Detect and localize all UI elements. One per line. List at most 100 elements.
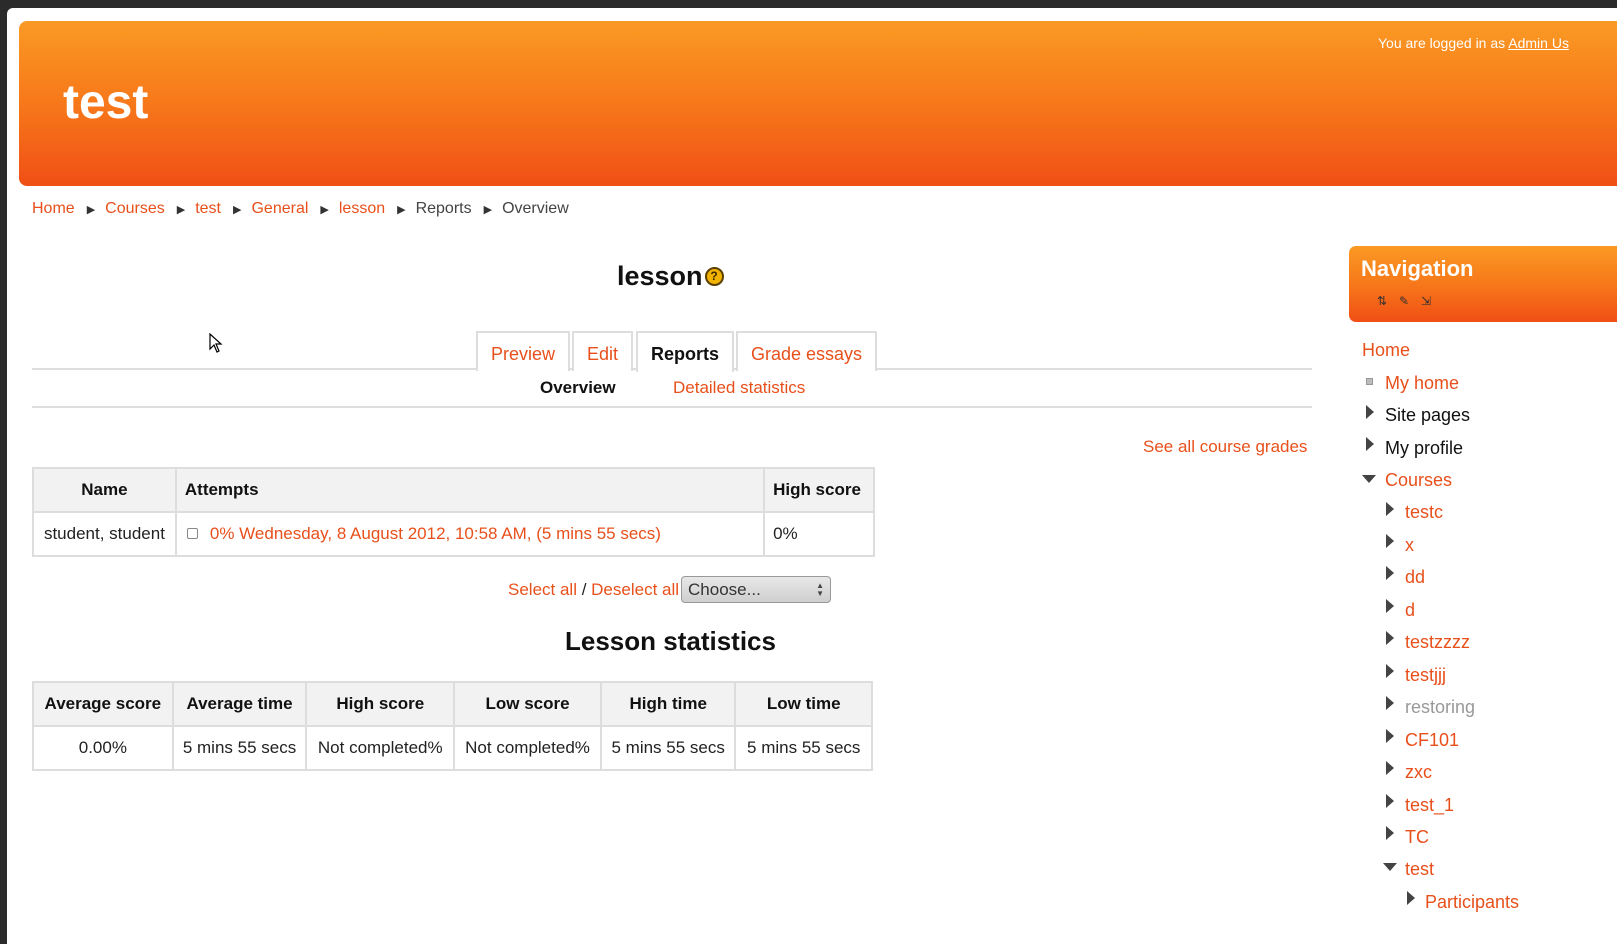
- breadcrumb-separator: ▶: [233, 204, 242, 216]
- edit-icon[interactable]: ✎: [1397, 294, 1411, 308]
- nav-course-zxc[interactable]: zxc: [1405, 762, 1432, 783]
- bullet-icon: [1366, 378, 1373, 385]
- expand-arrow-icon[interactable]: [1366, 405, 1374, 419]
- login-prefix: You are logged in as: [1378, 35, 1509, 51]
- nav-course-restoring[interactable]: restoring: [1405, 697, 1475, 718]
- navigation-title: Navigation: [1361, 256, 1474, 281]
- nav-course-d[interactable]: d: [1405, 600, 1415, 621]
- expand-arrow-icon[interactable]: [1366, 437, 1374, 451]
- subtab-overview[interactable]: Overview: [540, 378, 616, 398]
- nav-participants[interactable]: Participants: [1425, 892, 1519, 913]
- tab-edit[interactable]: Edit: [572, 331, 634, 371]
- nav-course-dd[interactable]: dd: [1405, 567, 1425, 588]
- login-user-link[interactable]: Admin Us: [1508, 35, 1569, 51]
- low-score-value: Not completed%: [453, 725, 602, 771]
- attempt-link[interactable]: 0% Wednesday, 8 August 2012, 10:58 AM, (…: [210, 524, 661, 543]
- column-header-average-time: Average time: [171, 681, 308, 727]
- expand-arrow-icon[interactable]: [1386, 826, 1394, 840]
- tab-preview[interactable]: Preview: [476, 331, 571, 371]
- deselect-all-link[interactable]: Deselect all: [591, 580, 679, 600]
- subtabs-divider: [32, 406, 1312, 408]
- column-header-high-score: High score: [763, 467, 875, 513]
- breadcrumb-home[interactable]: Home: [32, 200, 75, 217]
- page-header: test You are logged in as Admin Us: [19, 21, 1617, 186]
- attempt-checkbox[interactable]: [186, 528, 198, 540]
- breadcrumb-course[interactable]: test: [195, 200, 221, 217]
- nav-course-test-1[interactable]: test_1: [1405, 795, 1454, 816]
- expand-arrow-icon[interactable]: [1386, 502, 1394, 516]
- breadcrumb-reports: Reports: [415, 200, 472, 217]
- column-header-low-time: Low time: [734, 681, 873, 727]
- nav-course-testjjj[interactable]: testjjj: [1405, 665, 1446, 686]
- breadcrumb-separator: ▶: [176, 204, 186, 216]
- high-score-value: Not completed%: [305, 725, 456, 771]
- lesson-statistics-table: Average score Average time High score Lo…: [32, 681, 873, 771]
- nav-course-cf101[interactable]: CF101: [1405, 730, 1459, 751]
- expand-arrow-icon[interactable]: [1386, 664, 1394, 678]
- expand-arrow-icon[interactable]: [1386, 631, 1394, 645]
- page-title: lesson ?: [617, 261, 724, 292]
- column-header-high-score: High score: [305, 681, 456, 727]
- nav-courses[interactable]: Courses: [1385, 470, 1452, 491]
- move-icon[interactable]: ⇅: [1375, 294, 1389, 308]
- bulk-action-select-value: Choose...: [688, 579, 761, 599]
- breadcrumb: Home ▶ Courses ▶ test ▶ General ▶ lesson ▶ Reports…: [32, 200, 569, 218]
- student-name-cell: student, student: [32, 511, 177, 557]
- select-all-link[interactable]: Select all: [508, 580, 577, 600]
- tab-grade-essays[interactable]: Grade essays: [736, 331, 878, 371]
- dock-icon[interactable]: ⇲: [1419, 294, 1433, 308]
- nav-my-profile[interactable]: My profile: [1385, 438, 1463, 459]
- collapse-arrow-icon[interactable]: [1362, 475, 1376, 483]
- table-row: student, student 0% Wednesday, 8 August …: [32, 511, 875, 557]
- average-score-value: 0.00%: [32, 725, 174, 771]
- column-header-average-score: Average score: [32, 681, 174, 727]
- expand-arrow-icon[interactable]: [1386, 761, 1394, 775]
- breadcrumb-separator: ▶: [483, 204, 493, 216]
- collapse-arrow-icon[interactable]: [1383, 863, 1397, 871]
- nav-course-test[interactable]: test: [1405, 859, 1434, 880]
- column-header-high-time: High time: [599, 681, 737, 727]
- browser-window: test You are logged in as Admin Us Home ▶…: [7, 8, 1617, 944]
- subtab-detailed-statistics[interactable]: Detailed statistics: [673, 378, 805, 398]
- nav-course-testc[interactable]: testc: [1405, 502, 1443, 523]
- high-score-cell: 0%: [763, 511, 875, 557]
- column-header-name: Name: [32, 467, 177, 513]
- nav-course-x[interactable]: x: [1405, 535, 1414, 556]
- nav-site-pages[interactable]: Site pages: [1385, 405, 1470, 426]
- expand-arrow-icon[interactable]: [1386, 534, 1394, 548]
- login-info: You are logged in as Admin Us: [1378, 35, 1569, 51]
- help-icon[interactable]: ?: [704, 267, 724, 286]
- see-all-course-grades-link[interactable]: See all course grades: [1143, 437, 1307, 457]
- expand-arrow-icon[interactable]: [1407, 891, 1415, 905]
- breadcrumb-section[interactable]: General: [251, 200, 308, 217]
- bulk-action-select[interactable]: Choose... ▲ ▼: [681, 576, 832, 603]
- grades-table: Name Attempts High score student, studen…: [32, 467, 875, 557]
- breadcrumb-courses[interactable]: Courses: [105, 200, 165, 217]
- breadcrumb-lesson[interactable]: lesson: [339, 200, 385, 217]
- expand-arrow-icon[interactable]: [1386, 599, 1394, 613]
- mouse-cursor-icon: [209, 333, 223, 353]
- average-time-value: 5 mins 55 secs: [171, 725, 308, 771]
- nav-home[interactable]: Home: [1362, 340, 1410, 361]
- attempt-cell: 0% Wednesday, 8 August 2012, 10:58 AM, (…: [174, 511, 766, 557]
- expand-arrow-icon[interactable]: [1386, 696, 1394, 710]
- expand-arrow-icon[interactable]: [1386, 566, 1394, 580]
- column-header-low-score: Low score: [453, 681, 602, 727]
- table-header-row: Name Attempts High score: [32, 467, 875, 513]
- high-time-value: 5 mins 55 secs: [599, 725, 737, 771]
- table-header-row: Average score Average time High score Lo…: [32, 681, 873, 727]
- tab-reports[interactable]: Reports: [636, 331, 735, 372]
- breadcrumb-separator: ▶: [320, 204, 329, 216]
- nav-my-home[interactable]: My home: [1385, 373, 1459, 394]
- expand-arrow-icon[interactable]: [1386, 729, 1394, 743]
- expand-arrow-icon[interactable]: [1386, 794, 1394, 808]
- nav-course-tc[interactable]: TC: [1405, 827, 1429, 848]
- lesson-statistics-title: Lesson statistics: [565, 626, 776, 656]
- selection-separator: /: [576, 579, 592, 599]
- page-title-text: lesson: [617, 261, 703, 291]
- breadcrumb-overview: Overview: [502, 200, 569, 217]
- breadcrumb-separator: ▶: [397, 204, 406, 216]
- column-header-attempts: Attempts: [174, 467, 766, 513]
- nav-course-testzzzz[interactable]: testzzzz: [1405, 632, 1470, 653]
- select-arrows-icon: ▲ ▼: [816, 580, 825, 598]
